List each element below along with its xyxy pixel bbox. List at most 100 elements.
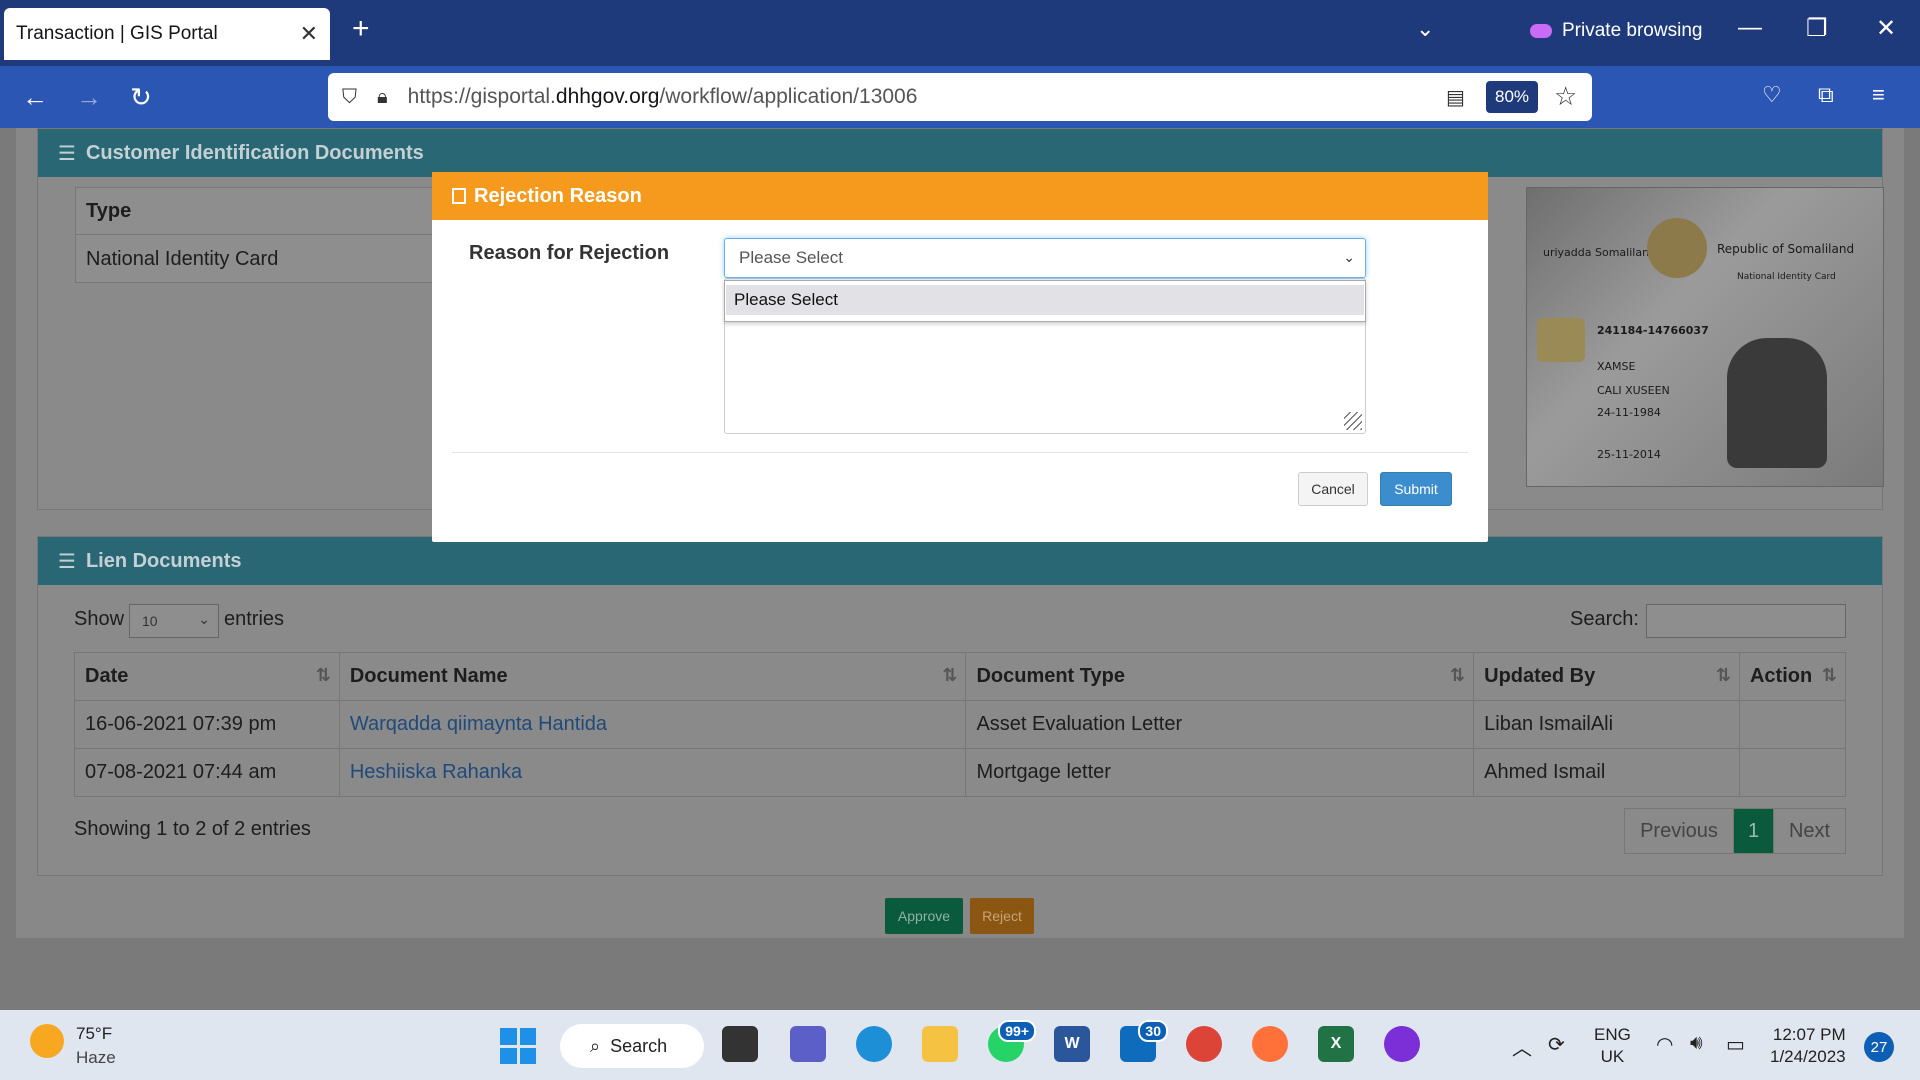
browser-tabbar: Transaction | GIS Portal ✕ + ⌄ Private b… xyxy=(0,0,1920,66)
reader-view-icon[interactable]: ▤ xyxy=(1446,85,1465,110)
document-link[interactable]: Warqadda qiimaynta Hantida xyxy=(350,713,607,735)
search-icon: ⌕ xyxy=(590,1035,601,1056)
forward-icon[interactable]: → xyxy=(76,82,102,113)
edge-icon[interactable] xyxy=(856,1026,892,1062)
table-row: 16-06-2021 07:39 pm Warqadda qiimaynta H… xyxy=(74,700,1847,749)
close-window-icon[interactable]: ✕ xyxy=(1876,14,1896,43)
sync-icon[interactable]: ⟳ xyxy=(1548,1032,1565,1057)
page-length-select[interactable]: 10 ⌄ xyxy=(129,604,219,638)
chevron-down-icon[interactable]: ⌄ xyxy=(1416,16,1434,42)
close-tab-icon[interactable]: ✕ xyxy=(300,21,318,47)
teams-chat-icon[interactable] xyxy=(790,1026,826,1062)
battery-icon[interactable]: ▭ xyxy=(1726,1032,1745,1057)
table-header-row: Date ⇅ Document Name ⇅ Document Type ⇅ Upda… xyxy=(74,652,1847,701)
extensions-icon[interactable]: ⧉ xyxy=(1818,82,1834,108)
table-search-input[interactable] xyxy=(1646,604,1846,638)
task-view-icon[interactable] xyxy=(722,1026,758,1062)
col-date[interactable]: Date ⇅ xyxy=(74,652,340,701)
col-action[interactable]: Action ⇅ xyxy=(1738,652,1847,701)
private-mask-icon xyxy=(1530,24,1552,38)
table-row: 07-08-2021 07:44 am Heshiiska Rahanka Mo… xyxy=(74,748,1847,797)
volume-icon[interactable]: 🔊︎ xyxy=(1690,1032,1703,1055)
weather-haze-icon[interactable] xyxy=(30,1024,64,1058)
approve-button[interactable]: Approve xyxy=(885,898,963,934)
chevron-up-icon[interactable]: ︿ xyxy=(1512,1032,1532,1061)
language-code: ENG xyxy=(1594,1025,1631,1044)
col-document-type[interactable]: Document Type ⇅ xyxy=(965,652,1475,701)
menu-icon[interactable]: ≡ xyxy=(1872,82,1885,108)
table-divider xyxy=(76,234,474,235)
list-icon: ☰ xyxy=(58,550,76,573)
url-text[interactable]: https://gisportal.dhhgov.org/workflow/ap… xyxy=(408,85,918,109)
id-card-image[interactable]: uriyadda Somaliland Republic of Somalila… xyxy=(1526,187,1884,487)
excel-icon[interactable]: X xyxy=(1318,1026,1354,1062)
col-by-label: Updated By xyxy=(1484,665,1596,687)
row-document-name: Warqadda qiimaynta Hantida xyxy=(338,700,967,749)
chrome-icon[interactable] xyxy=(1186,1026,1222,1062)
col-name-label: Document Name xyxy=(349,665,508,687)
bookmark-star-icon[interactable]: ☆ xyxy=(1554,81,1577,112)
col-action-label: Action xyxy=(1749,665,1813,687)
language-indicator[interactable]: ENG UK xyxy=(1594,1024,1631,1068)
next-page-button[interactable]: Next xyxy=(1773,808,1846,854)
row-document-name: Heshiiska Rahanka xyxy=(338,748,967,797)
wifi-icon[interactable]: ◠ xyxy=(1656,1032,1673,1057)
id-card-name: National Identity Card xyxy=(1737,272,1836,282)
document-link[interactable]: Heshiiska Rahanka xyxy=(350,761,522,783)
dropdown-option[interactable]: Please Select xyxy=(726,285,1364,315)
taskbar-search[interactable]: ⌕ Search xyxy=(560,1024,704,1068)
firefox-icon[interactable] xyxy=(1252,1026,1288,1062)
reason-label: Reason for Rejection xyxy=(469,242,670,264)
id-card-number: 241184-14766037 xyxy=(1597,324,1709,337)
sort-icon: ⇅ xyxy=(1715,665,1731,685)
cancel-button[interactable]: Cancel xyxy=(1298,472,1368,506)
shield-icon[interactable]: ⛉ xyxy=(342,86,357,109)
start-button[interactable] xyxy=(500,1028,536,1064)
id-card-seal xyxy=(1647,218,1707,278)
modal-divider xyxy=(452,452,1468,453)
url-path: /workflow/application/13006 xyxy=(659,85,918,108)
whatsapp-icon[interactable]: 99+ xyxy=(988,1020,1036,1062)
pocket-icon[interactable]: ♡ xyxy=(1762,82,1782,108)
id-card-issue: 25-11-2014 xyxy=(1597,448,1661,461)
new-tab-icon[interactable]: + xyxy=(352,12,370,46)
sort-icon: ⇅ xyxy=(315,665,331,685)
zoom-level[interactable]: 80% xyxy=(1486,81,1538,113)
clock[interactable]: 12:07 PM 1/24/2023 xyxy=(1770,1024,1846,1068)
word-icon[interactable]: W xyxy=(1054,1026,1090,1062)
col-document-name[interactable]: Document Name ⇅ xyxy=(338,652,967,701)
weather-temp[interactable]: 75°F xyxy=(76,1024,112,1044)
reject-button[interactable]: Reject xyxy=(970,898,1034,934)
restore-icon[interactable]: ❐ xyxy=(1806,14,1828,43)
firefox-private-icon[interactable] xyxy=(1384,1026,1420,1062)
minimize-icon[interactable]: — xyxy=(1738,14,1762,42)
url-bar[interactable]: ⛉ 🔒︎ https://gisportal.dhhgov.org/workfl… xyxy=(328,73,1592,121)
row-action xyxy=(1738,700,1847,749)
chevron-down-icon: ⌄ xyxy=(198,611,210,627)
submit-button[interactable]: Submit xyxy=(1380,472,1452,506)
reason-select-value: Please Select xyxy=(739,248,843,267)
rejection-modal: Rejection Reason Reason for Rejection Pl… xyxy=(432,172,1488,542)
row-date: 16-06-2021 07:39 pm xyxy=(74,700,340,749)
previous-page-button[interactable]: Previous xyxy=(1624,808,1734,854)
row-document-type: Asset Evaluation Letter xyxy=(965,700,1475,749)
mail-icon[interactable]: 30 xyxy=(1120,1020,1168,1062)
notification-badge[interactable]: 27 xyxy=(1864,1032,1894,1062)
search-label: Search: xyxy=(1570,608,1639,630)
id-card-country: Republic of Somaliland xyxy=(1717,242,1855,256)
reload-icon[interactable]: ↻ xyxy=(130,82,152,113)
browser-tab[interactable]: Transaction | GIS Portal ✕ xyxy=(4,8,330,60)
id-card-name1: XAMSE xyxy=(1597,360,1636,373)
reason-select[interactable]: Please Select ⌄ xyxy=(724,238,1366,278)
file-explorer-icon[interactable] xyxy=(922,1026,958,1062)
page-1-button[interactable]: 1 xyxy=(1733,808,1774,854)
col-updated-by[interactable]: Updated By ⇅ xyxy=(1473,652,1740,701)
back-icon[interactable]: ← xyxy=(22,82,48,113)
lock-icon[interactable]: 🔒︎ xyxy=(377,86,388,109)
id-card-country-local: uriyadda Somaliland xyxy=(1543,246,1657,259)
taskbar: 75°F Haze ⌕ Search 99+ W 30 X ︿ ⟳ ENG UK… xyxy=(0,1010,1920,1080)
resize-grip-icon[interactable] xyxy=(1344,412,1362,430)
customer-docs-heading: ☰ Customer Identification Documents xyxy=(38,129,1882,177)
weather-desc[interactable]: Haze xyxy=(76,1048,116,1068)
customer-docs-title: Customer Identification Documents xyxy=(85,141,424,164)
